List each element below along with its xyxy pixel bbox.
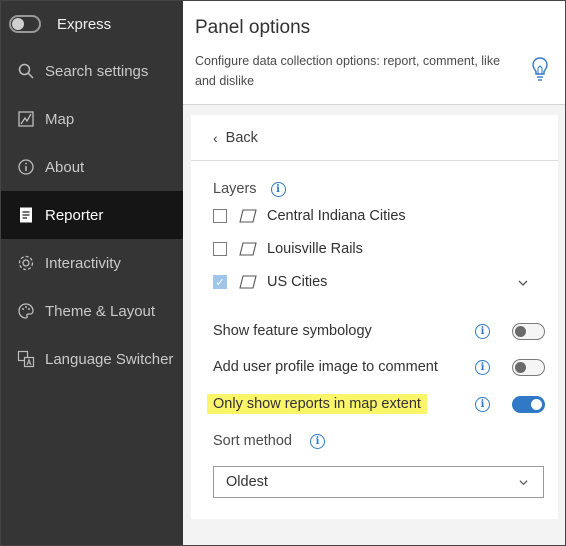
option-show-feature-symbology: Show feature symbology i <box>213 319 545 343</box>
sidebar-item-label: Map <box>45 110 75 128</box>
info-icon[interactable]: i <box>475 323 490 339</box>
lightbulb-icon[interactable] <box>529 56 551 82</box>
sidebar-item-about[interactable]: About <box>1 143 183 191</box>
layers-label: Layers <box>213 181 257 197</box>
sidebar-item-reporter[interactable]: Reporter <box>1 191 183 239</box>
sort-method-label: Sort method <box>213 433 292 449</box>
gear-icon <box>17 254 35 272</box>
chevron-down-icon[interactable] <box>517 277 529 289</box>
app-frame: Express Search settings Map About Report <box>0 0 566 546</box>
sidebar-item-label: Interactivity <box>45 254 121 272</box>
sidebar: Express Search settings Map About Report <box>1 1 183 545</box>
layer-icon <box>239 209 257 223</box>
language-icon <box>17 350 35 368</box>
sidebar-title: Express <box>57 15 112 33</box>
option-only-show-reports-in-map-extent: Only show reports in map extent i <box>207 392 545 416</box>
feature-symbology-toggle[interactable] <box>512 322 545 340</box>
toggle-knob <box>515 325 526 337</box>
express-toggle[interactable] <box>9 15 41 33</box>
info-icon[interactable]: i <box>310 433 325 449</box>
layer-checkbox[interactable] <box>213 209 227 223</box>
toggle-knob <box>12 18 24 30</box>
palette-icon <box>17 302 35 320</box>
layer-icon <box>239 242 257 256</box>
info-icon[interactable]: i <box>475 396 490 412</box>
sidebar-item-label: Theme & Layout <box>45 302 156 320</box>
sidebar-item-label: Language Switcher <box>45 350 174 368</box>
back-button[interactable]: ‹ Back <box>191 115 558 161</box>
toggle-knob <box>531 398 542 410</box>
layer-name: Central Indiana Cities <box>267 208 406 224</box>
layer-name: Louisville Rails <box>267 241 363 257</box>
info-icon[interactable]: i <box>475 359 490 375</box>
sidebar-item-language-switcher[interactable]: Language Switcher <box>1 335 183 383</box>
sidebar-item-search-settings[interactable]: Search settings <box>1 47 183 95</box>
main-content: Panel options Configure data collection … <box>183 1 565 545</box>
layers-heading: Layers i <box>213 181 286 197</box>
panel-options-card: ‹ Back Layers i Central Indiana Cities L… <box>191 115 558 519</box>
layer-checkbox[interactable] <box>213 242 227 256</box>
panel-header: Panel options Configure data collection … <box>183 1 565 105</box>
chevron-down-icon <box>519 480 528 486</box>
layer-name: US Cities <box>267 274 328 290</box>
sidebar-item-map[interactable]: Map <box>1 95 183 143</box>
layer-row-louisville-rails[interactable]: Louisville Rails <box>213 238 363 260</box>
sidebar-item-theme-layout[interactable]: Theme & Layout <box>1 287 183 335</box>
back-label: Back <box>225 129 258 146</box>
sort-method-value: Oldest <box>226 474 268 490</box>
toggle-knob <box>515 361 526 373</box>
sidebar-item-label: Reporter <box>45 206 104 224</box>
chevron-left-icon: ‹ <box>213 129 218 146</box>
map-icon <box>17 110 35 128</box>
profile-image-toggle[interactable] <box>512 358 545 376</box>
map-extent-toggle[interactable] <box>512 395 545 413</box>
reporter-icon <box>17 206 35 224</box>
layer-row-us-cities[interactable]: ✓ US Cities <box>213 271 327 293</box>
option-label: Show feature symbology <box>213 323 372 339</box>
info-icon <box>17 158 35 176</box>
sidebar-header: Express <box>1 1 183 47</box>
option-add-user-profile-image: Add user profile image to comment i <box>213 355 545 379</box>
sidebar-item-label: Search settings <box>45 62 149 80</box>
sort-method-heading: Sort method i <box>213 433 325 449</box>
search-icon <box>17 62 35 80</box>
page-title: Panel options <box>195 17 311 38</box>
layer-checkbox-checked[interactable]: ✓ <box>213 275 227 289</box>
layer-icon <box>239 275 257 289</box>
info-icon[interactable]: i <box>270 181 286 197</box>
sort-method-select[interactable]: Oldest <box>213 466 544 498</box>
option-label: Add user profile image to comment <box>213 359 438 375</box>
sidebar-item-label: About <box>45 158 85 176</box>
page-description: Configure data collection options: repor… <box>195 54 501 88</box>
option-label-highlighted: Only show reports in map extent <box>207 394 427 414</box>
sidebar-item-interactivity[interactable]: Interactivity <box>1 239 183 287</box>
layer-row-central-indiana-cities[interactable]: Central Indiana Cities <box>213 205 406 227</box>
